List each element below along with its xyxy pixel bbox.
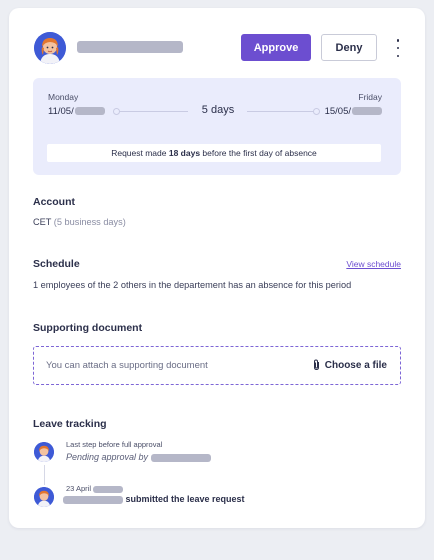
supporting-document-title: Supporting document: [33, 322, 143, 334]
timeline-line-left: [118, 111, 188, 112]
leave-tracking-title: Leave tracking: [33, 418, 107, 430]
start-date: 11/05/: [48, 106, 105, 117]
end-day: Friday: [358, 92, 382, 102]
schedule-title: Schedule: [33, 258, 80, 270]
end-date: 15/05/: [325, 106, 382, 117]
request-header: Approve Deny: [9, 8, 425, 86]
approve-button[interactable]: Approve: [241, 34, 311, 61]
timeline-line-right: [247, 111, 317, 112]
tracking-connector: [44, 465, 45, 485]
timeline-dot-left: [113, 108, 120, 115]
approver-avatar: [34, 442, 54, 462]
timeline-dot-right: [313, 108, 320, 115]
leave-request-card: Approve Deny Monday 11/05/ 5 days Friday…: [9, 8, 425, 528]
step1-status: Pending approval by: [66, 452, 211, 462]
request-note: Request made 18 days before the first da…: [47, 144, 381, 162]
start-day: Monday: [48, 92, 79, 102]
paperclip-icon: [313, 359, 319, 371]
absence-dates-panel: Monday 11/05/ 5 days Friday 15/05/ Reque…: [33, 78, 401, 175]
user-avatar-icon: [34, 487, 54, 507]
user-avatar-icon: [34, 32, 66, 64]
employee-name-redacted: [77, 41, 183, 53]
account-title: Account: [33, 196, 75, 208]
dropzone-placeholder: You can attach a supporting document: [46, 360, 208, 371]
step2-action: submitted the leave request: [63, 494, 245, 504]
account-value: CET (5 business days): [33, 217, 126, 227]
requester-avatar: [34, 487, 54, 507]
absence-duration: 5 days: [201, 104, 235, 116]
more-options-icon[interactable]: [393, 39, 403, 57]
view-schedule-link[interactable]: View schedule: [346, 259, 401, 269]
document-dropzone[interactable]: You can attach a supporting document Cho…: [33, 346, 401, 385]
schedule-text: 1 employees of the 2 others in the depar…: [33, 280, 352, 290]
deny-button[interactable]: Deny: [321, 34, 377, 61]
employee-avatar: [34, 32, 66, 64]
choose-file-button[interactable]: Choose a file: [312, 359, 387, 371]
user-avatar-icon: [34, 442, 54, 462]
step2-date: 23 April: [66, 484, 124, 493]
step1-caption: Last step before full approval: [66, 440, 163, 449]
